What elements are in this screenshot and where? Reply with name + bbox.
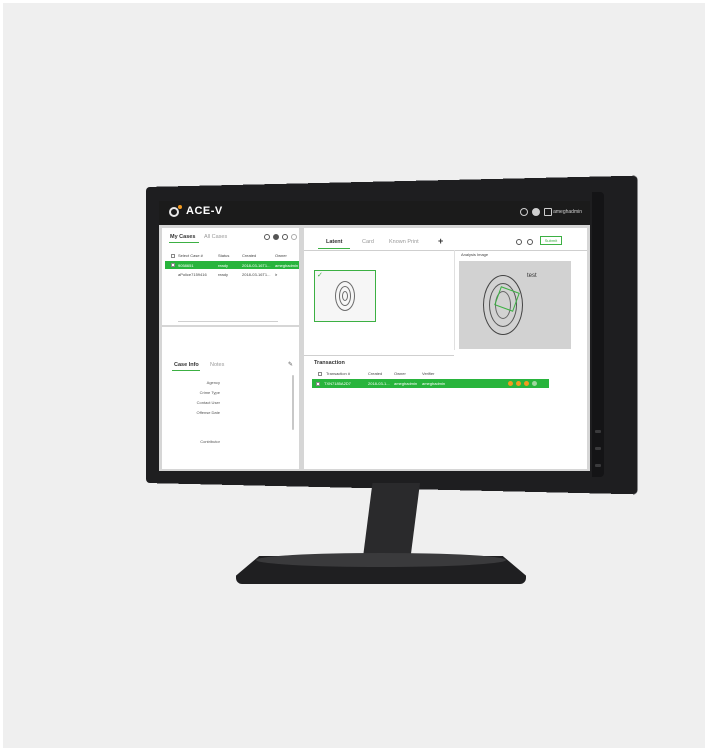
case-created: 2018-03-16T1... <box>242 271 271 277</box>
app-title: ACE-V <box>186 205 223 217</box>
evidence-panel: Latent Card Known Print + Submit ‹ ✓ Ana… <box>304 228 587 469</box>
case-status: ready <box>218 271 229 277</box>
circle-icon[interactable] <box>282 234 288 240</box>
circle-icon[interactable] <box>273 234 279 240</box>
select-all-checkbox[interactable] <box>171 254 175 258</box>
column-header[interactable]: Transaction # <box>326 371 350 376</box>
divider <box>178 321 278 322</box>
check-icon: ✓ <box>317 272 323 279</box>
tab-underline <box>169 242 199 243</box>
transaction-owner: ameghadmin <box>394 381 418 386</box>
tab-notes[interactable]: Notes <box>210 362 224 368</box>
current-user[interactable]: ameghadmin <box>553 209 582 215</box>
divider <box>454 250 455 350</box>
tab-case-info[interactable]: Case Info <box>174 362 199 368</box>
fingerprint-image <box>342 291 348 301</box>
column-header[interactable]: Created <box>368 371 382 376</box>
select-all-checkbox[interactable] <box>318 372 322 376</box>
submit-button[interactable]: Submit <box>540 236 562 245</box>
circle-icon[interactable] <box>291 234 297 240</box>
case-created: 2018-03-16T1... <box>242 262 271 268</box>
logo-dot-icon <box>178 205 182 209</box>
column-header[interactable]: Created <box>242 253 256 258</box>
logout-icon[interactable] <box>544 208 552 216</box>
status-dot-icon[interactable] <box>524 381 529 386</box>
tab-known-print[interactable]: Known Print <box>389 239 419 245</box>
main-content: My Cases All Cases Select Case # Status … <box>159 225 590 471</box>
transaction-created: 2018-03-1... <box>368 381 390 386</box>
circle-icon[interactable] <box>516 239 522 245</box>
field-label: Crime Type <box>199 390 220 395</box>
help-icon[interactable] <box>520 208 528 216</box>
tab-latent[interactable]: Latent <box>326 239 343 245</box>
case-number: 9058651 <box>178 262 194 268</box>
row-checkbox[interactable] <box>171 263 175 267</box>
table-row[interactable]: TXN7185A2D7 2018-03-1... ameghadmin ameg… <box>312 379 549 388</box>
monitor-button <box>595 447 601 450</box>
add-button[interactable]: + <box>438 236 443 246</box>
transaction-verifier: ameghadmin <box>422 381 446 386</box>
analysis-image[interactable]: test <box>459 261 571 349</box>
field-label: Contact User <box>196 400 220 405</box>
analysis-text: test <box>527 273 537 279</box>
scrollbar[interactable] <box>292 375 294 430</box>
divider <box>304 250 587 251</box>
ace-logo-icon <box>169 207 179 217</box>
field-label: Agency <box>206 380 220 385</box>
settings-icon[interactable] <box>532 208 540 216</box>
case-owner: ir <box>275 271 278 277</box>
column-header[interactable]: Owner <box>275 253 287 258</box>
monitor-button <box>595 464 601 467</box>
status-dot-icon[interactable] <box>516 381 521 386</box>
column-header[interactable]: Status <box>218 253 229 258</box>
case-status: ready <box>218 262 229 268</box>
status-dot-icon[interactable] <box>508 381 513 386</box>
circle-icon[interactable] <box>527 239 533 245</box>
tab-underline <box>318 248 350 249</box>
screen: ACE-V ameghadmin My Cases All Cases Sele… <box>159 201 590 471</box>
monitor-edge <box>592 192 604 477</box>
monitor-stand-base-top <box>256 553 506 567</box>
tab-underline <box>172 370 200 371</box>
circle-icon[interactable] <box>264 234 270 240</box>
case-number: aPolice7159416 <box>178 271 207 277</box>
table-row[interactable]: 9058651 ready 2018-03-16T1... ameghadmin <box>165 261 299 269</box>
divider <box>304 355 454 356</box>
row-checkbox[interactable] <box>316 381 320 386</box>
status-dot-icon[interactable] <box>532 381 537 386</box>
transaction-title: Transaction <box>314 360 345 366</box>
case-owner: ameghadmin <box>275 262 299 268</box>
case-info-panel: Case Info Notes ✎ Agency Crime Type Cont… <box>162 327 299 469</box>
column-header[interactable]: Verifier <box>422 371 434 376</box>
latent-thumbnail[interactable]: ✓ <box>314 270 376 322</box>
app-topbar: ACE-V ameghadmin <box>159 201 590 225</box>
tab-all-cases[interactable]: All Cases <box>204 234 227 240</box>
transaction-id: TXN7185A2D7 <box>324 381 351 386</box>
field-label: Offense Date <box>196 410 221 415</box>
tab-my-cases[interactable]: My Cases <box>170 234 195 240</box>
monitor-button <box>595 430 601 433</box>
analysis-label: Analysis Image <box>461 252 489 257</box>
edit-icon[interactable]: ✎ <box>288 361 293 368</box>
column-header[interactable]: Select Case # <box>178 253 203 258</box>
table-row[interactable]: aPolice7159416 ready 2018-03-16T1... ir <box>165 270 299 278</box>
column-header[interactable]: Owner <box>394 371 406 376</box>
tab-card[interactable]: Card <box>362 239 374 245</box>
field-label: Contributor <box>200 439 220 444</box>
cases-panel: My Cases All Cases Select Case # Status … <box>162 228 299 325</box>
